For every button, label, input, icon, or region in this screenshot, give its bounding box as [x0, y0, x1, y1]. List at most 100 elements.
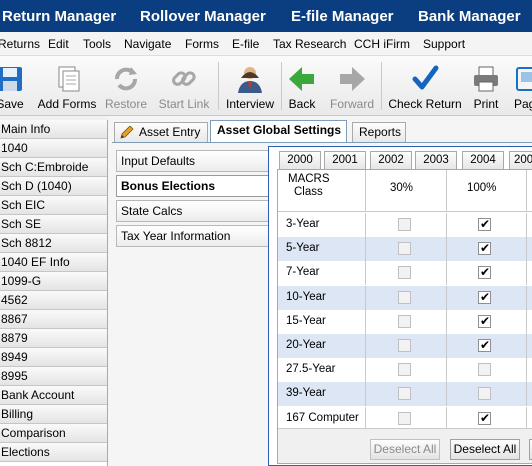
- column-separator: [365, 213, 366, 237]
- nav-item-billing[interactable]: Billing: [0, 405, 107, 424]
- macrs-class-label: 167 Computer: [286, 411, 359, 424]
- check-return-button[interactable]: Check Return: [388, 56, 462, 116]
- nav-item-elections[interactable]: Elections: [0, 443, 107, 462]
- column-separator: [526, 261, 527, 286]
- macrs-class-label: 27.5-Year: [286, 363, 336, 376]
- bonus-100-checkbox[interactable]: [478, 338, 491, 352]
- column-separator: [365, 261, 366, 286]
- nav-item-8867[interactable]: 8867: [0, 310, 107, 329]
- column-separator: [365, 309, 366, 334]
- input-defaults-button[interactable]: Input Defaults: [116, 150, 276, 172]
- nav-item-sch-c[interactable]: Sch C:Embroide: [0, 158, 107, 177]
- forward-arrow-icon: [340, 67, 365, 91]
- bonus-30-checkbox[interactable]: [398, 290, 411, 304]
- nav-item-8995[interactable]: 8995: [0, 367, 107, 386]
- tab-asset-global-settings[interactable]: Asset Global Settings: [210, 120, 347, 143]
- restore-button[interactable]: Restore: [104, 56, 148, 116]
- bonus-100-checkbox[interactable]: [478, 290, 491, 304]
- bonus-30-checkbox[interactable]: [398, 387, 411, 401]
- menu-support[interactable]: Support: [423, 37, 465, 51]
- nav-item-1040-ef-info[interactable]: 1040 EF Info: [0, 253, 107, 272]
- forward-button[interactable]: Forward: [328, 56, 376, 116]
- table-row: 7-Year: [278, 261, 532, 286]
- table-row: 39-Year: [278, 382, 532, 407]
- nav-item-8879[interactable]: 8879: [0, 329, 107, 348]
- menu-tools[interactable]: Tools: [83, 37, 111, 51]
- year-tab-2005[interactable]: 200: [509, 151, 532, 169]
- menu-returns[interactable]: Returns: [0, 37, 40, 51]
- macrs-class-label: 5-Year: [286, 242, 320, 255]
- toolbar: Save Add Forms Restore Start Link Interv…: [0, 56, 532, 116]
- bonus-100-checkbox[interactable]: [478, 387, 491, 401]
- bonus-100-checkbox[interactable]: [478, 411, 491, 425]
- printer-icon: [474, 66, 498, 92]
- bonus-30-checkbox[interactable]: [398, 411, 411, 425]
- column-separator: [526, 382, 527, 407]
- floppy-disk-icon: [0, 67, 22, 91]
- nav-item-sch-d[interactable]: Sch D (1040): [0, 177, 107, 196]
- menu-forms[interactable]: Forms: [185, 37, 219, 51]
- year-tab-2000[interactable]: 2000: [279, 151, 321, 169]
- tax-year-information-button[interactable]: Tax Year Information: [116, 225, 276, 247]
- efile-manager-tab[interactable]: E-file Manager: [291, 8, 394, 25]
- menu-tax-research[interactable]: Tax Research: [273, 37, 346, 51]
- nav-item-comparison[interactable]: Comparison: [0, 424, 107, 443]
- year-tab-2004[interactable]: 2004: [462, 151, 504, 169]
- nav-item-1099-g[interactable]: 1099-G: [0, 272, 107, 291]
- tab-reports[interactable]: Reports: [352, 122, 406, 142]
- print-button[interactable]: Print: [468, 56, 504, 116]
- nav-item-main-info[interactable]: Main Info: [0, 120, 107, 139]
- bonus-100-checkbox[interactable]: [478, 217, 491, 231]
- column-separator: [365, 285, 366, 310]
- rollover-manager-tab[interactable]: Rollover Manager: [140, 8, 266, 25]
- column-separator: [526, 170, 527, 211]
- bonus-30-checkbox[interactable]: [398, 363, 411, 377]
- state-calcs-button[interactable]: State Calcs: [116, 200, 276, 222]
- save-button[interactable]: Save: [0, 56, 28, 116]
- nav-item-sch-eic[interactable]: Sch EIC: [0, 196, 107, 215]
- bonus-100-checkbox[interactable]: [478, 363, 491, 377]
- bonus-100-checkbox[interactable]: [478, 265, 491, 280]
- table-row: 20-Year: [278, 334, 532, 358]
- nav-item-8949[interactable]: 8949: [0, 348, 107, 367]
- bonus-elections-button[interactable]: Bonus Elections: [116, 175, 276, 197]
- year-tab-2001[interactable]: 2001: [324, 151, 366, 169]
- add-forms-button[interactable]: Add Forms: [36, 56, 98, 116]
- column-separator: [526, 334, 527, 358]
- column-separator: [526, 309, 527, 334]
- menu-efile[interactable]: E-file: [232, 37, 259, 51]
- menu-navigate[interactable]: Navigate: [124, 37, 171, 51]
- interview-button[interactable]: Interview: [222, 56, 278, 116]
- nav-item-4562[interactable]: 4562: [0, 291, 107, 310]
- macrs-class-label: 20-Year: [286, 339, 326, 351]
- bonus-30-checkbox[interactable]: [398, 314, 411, 328]
- main-content: Asset Entry Asset Global Settings Report…: [108, 116, 532, 466]
- deselect-all-30-button[interactable]: Deselect All: [370, 439, 440, 460]
- form-navigation-list: Main Info 1040 Sch C:Embroide Sch D (104…: [0, 120, 108, 466]
- nav-item-sch-8812[interactable]: Sch 8812: [0, 234, 107, 253]
- nav-item-bank-account[interactable]: Bank Account: [0, 386, 107, 405]
- column-separator: [446, 213, 447, 237]
- bonus-100-checkbox[interactable]: [478, 241, 491, 256]
- bonus-30-checkbox[interactable]: [398, 266, 411, 280]
- menu-edit[interactable]: Edit: [48, 37, 69, 51]
- deselect-all-100-button[interactable]: Deselect All: [450, 439, 520, 460]
- start-link-button[interactable]: Start Link: [156, 56, 212, 116]
- bonus-100-checkbox[interactable]: [478, 314, 491, 328]
- page-button[interactable]: Pag: [510, 56, 532, 116]
- back-button[interactable]: Back: [284, 56, 320, 116]
- return-manager-tab[interactable]: Return Manager: [2, 8, 116, 25]
- nav-item-1040[interactable]: 1040: [0, 139, 107, 158]
- macrs-class-label: 10-Year: [286, 290, 326, 303]
- nav-item-sch-se[interactable]: Sch SE: [0, 215, 107, 234]
- bank-manager-tab[interactable]: Bank Manager: [418, 8, 521, 25]
- year-tab-2002[interactable]: 2002: [370, 151, 412, 169]
- bonus-30-checkbox[interactable]: [398, 218, 411, 231]
- table-row: 15-Year: [278, 309, 532, 334]
- menu-cch-ifirm[interactable]: CCH iFirm: [354, 37, 410, 51]
- year-tab-2003[interactable]: 2003: [415, 151, 457, 169]
- bonus-30-checkbox[interactable]: [398, 242, 411, 256]
- bonus-30-checkbox[interactable]: [398, 339, 411, 352]
- column-separator: [365, 170, 366, 211]
- tab-asset-entry[interactable]: Asset Entry: [114, 122, 208, 142]
